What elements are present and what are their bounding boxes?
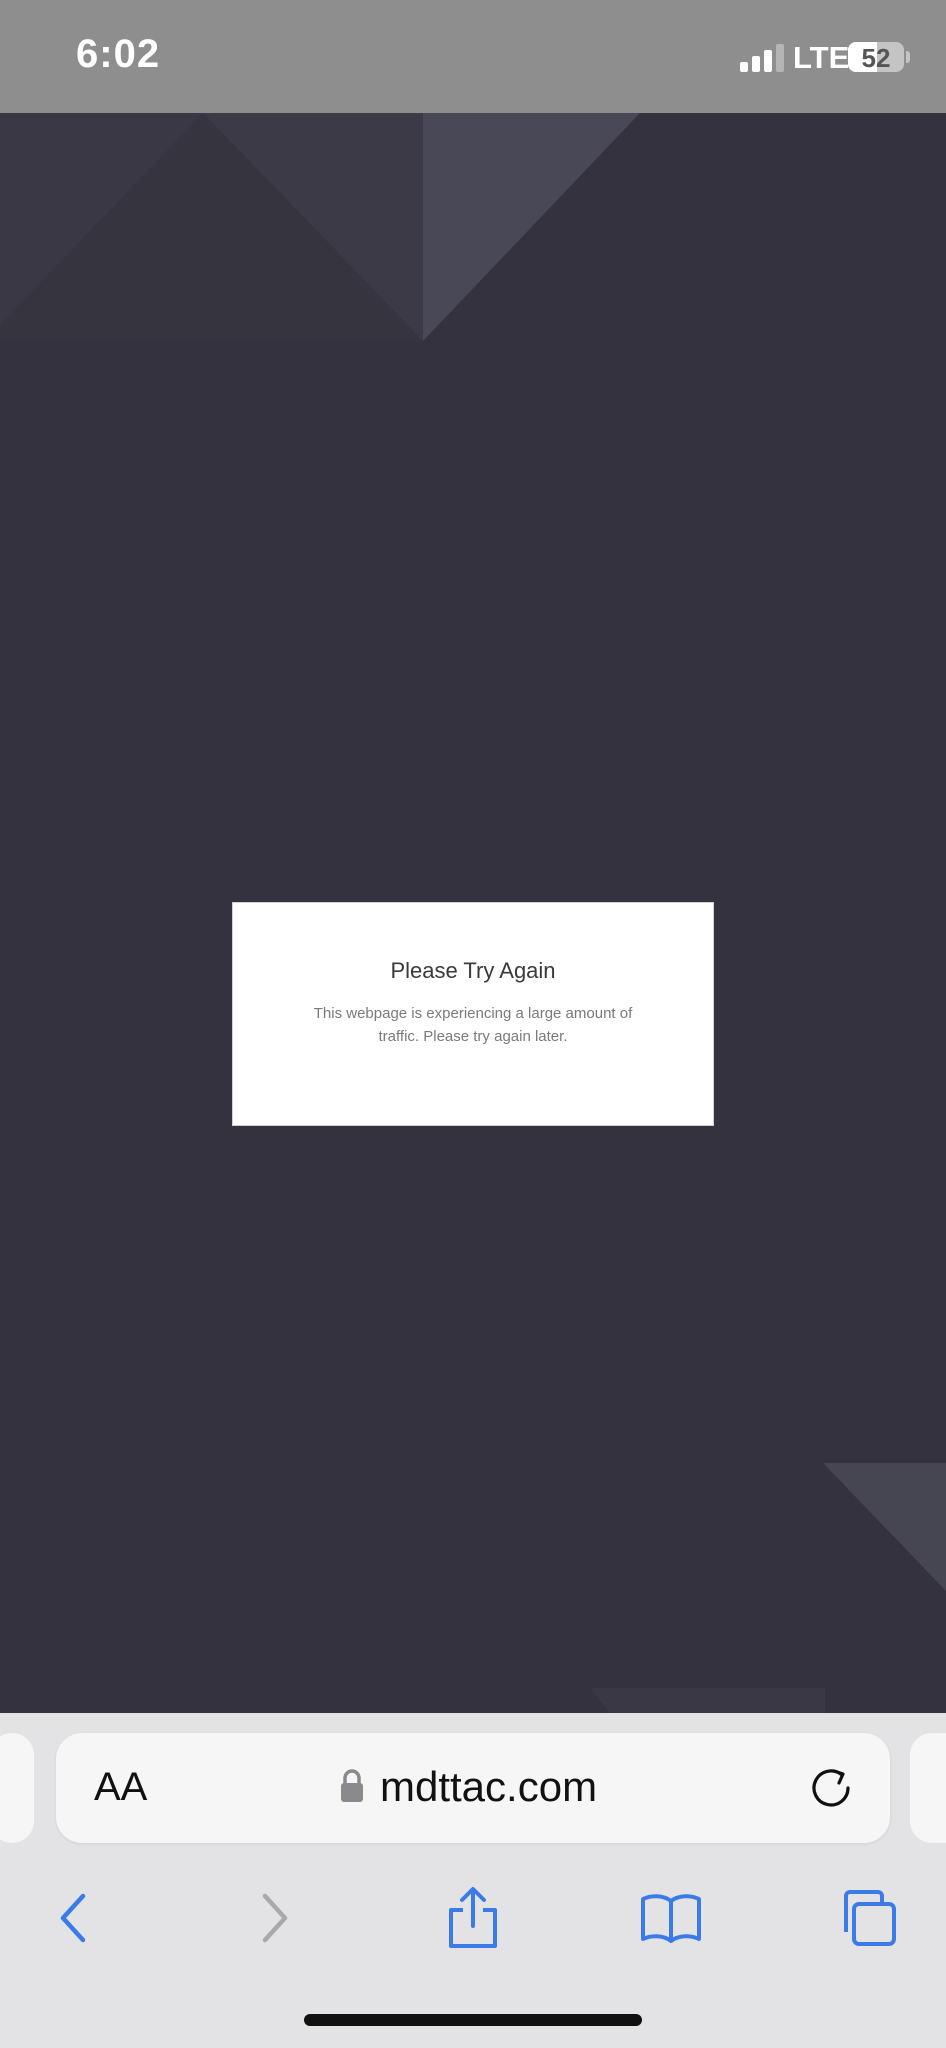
browser-chrome: AA mdttac.com <box>0 1713 946 2048</box>
dialog-message: This webpage is experiencing a large amo… <box>313 1005 633 1045</box>
reload-icon[interactable] <box>808 1765 854 1811</box>
next-tab-peek[interactable] <box>910 1733 946 1843</box>
battery-nub <box>906 51 910 63</box>
tabs-icon <box>844 1890 896 1946</box>
text-size-label: AA <box>94 1765 148 1809</box>
bookmarks-icon <box>641 1894 701 1943</box>
lock-icon <box>341 1769 363 1802</box>
battery-icon: 52 <box>848 42 904 72</box>
forward-button[interactable] <box>240 1883 310 1953</box>
text-size-button[interactable]: AA <box>94 1765 147 1810</box>
back-icon <box>60 1893 86 1943</box>
cellular-signal-icon <box>740 44 784 72</box>
status-bar: 6:02 LTE 52 <box>0 0 946 113</box>
address-bar[interactable]: AA mdttac.com <box>56 1733 890 1843</box>
tabs-button[interactable] <box>834 1883 904 1953</box>
share-icon <box>449 1887 497 1948</box>
battery-percent: 52 <box>861 43 891 72</box>
status-time: 6:02 <box>76 32 161 76</box>
bookmarks-button[interactable] <box>636 1883 706 1953</box>
home-indicator[interactable] <box>304 2014 642 2026</box>
browser-toolbar <box>0 1863 946 1973</box>
share-button[interactable] <box>438 1883 508 1953</box>
error-dialog: Please Try Again This webpage is experie… <box>232 902 714 1126</box>
web-content: Please Try Again This webpage is experie… <box>0 113 946 1713</box>
forward-icon <box>262 1893 288 1943</box>
back-button[interactable] <box>38 1883 108 1953</box>
network-type: LTE <box>793 40 850 75</box>
url-text[interactable]: mdttac.com <box>380 1763 597 1811</box>
previous-tab-peek[interactable] <box>0 1733 34 1843</box>
dialog-title: Please Try Again <box>390 958 556 983</box>
